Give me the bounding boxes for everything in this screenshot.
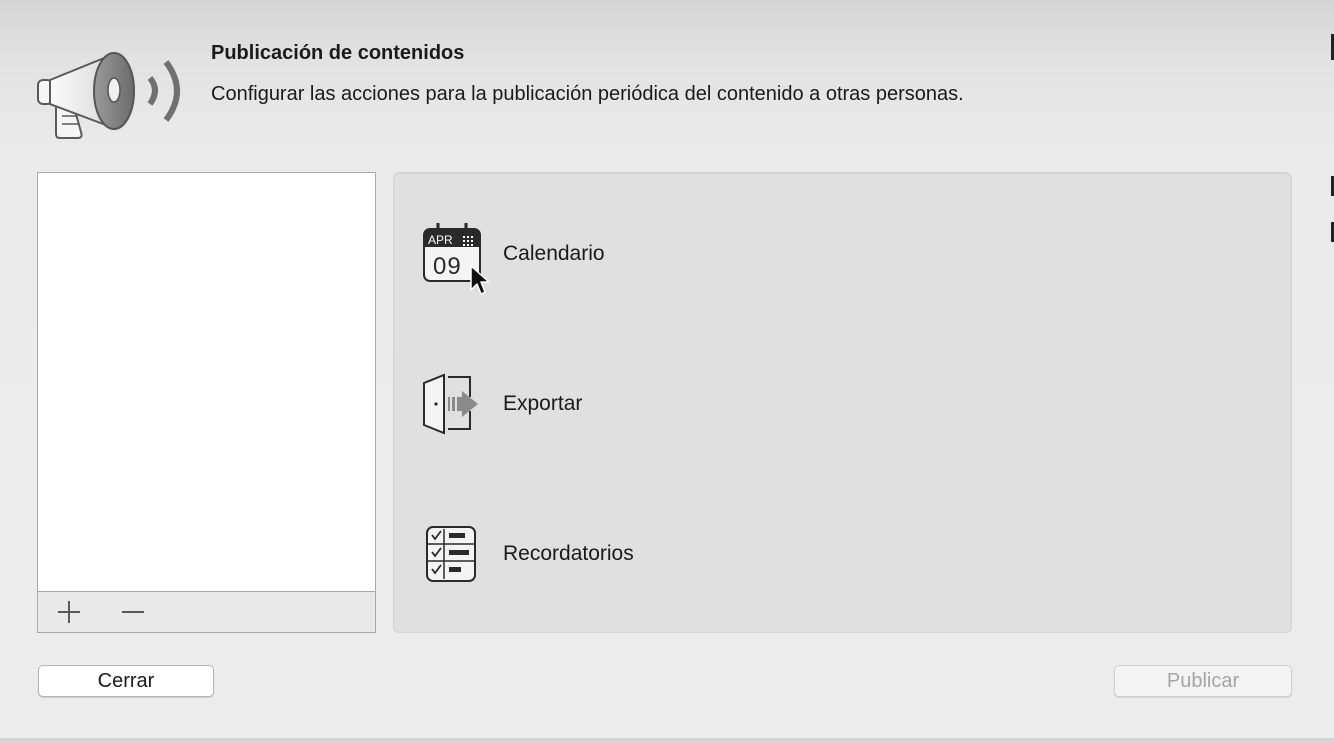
- remove-button[interactable]: [117, 596, 149, 628]
- page-subtitle: Configurar las acciones para la publicac…: [211, 83, 964, 105]
- action-reminders[interactable]: Recordatorios: [414, 523, 834, 587]
- svg-text:APR: APR: [428, 233, 453, 247]
- action-calendar-label: Calendario: [503, 242, 605, 265]
- megaphone-icon: [32, 44, 188, 144]
- window-edge: [1330, 0, 1334, 738]
- action-reminders-label: Recordatorios: [503, 542, 634, 565]
- publication-list-area[interactable]: [38, 173, 375, 592]
- reminders-checklist-icon: [422, 523, 486, 587]
- page-title: Publicación de contenidos: [211, 42, 465, 64]
- minus-icon: [122, 611, 144, 613]
- action-export[interactable]: Exportar: [414, 373, 834, 437]
- add-button[interactable]: [53, 596, 85, 628]
- export-door-icon: [422, 373, 486, 437]
- action-export-label: Exportar: [503, 392, 583, 415]
- mouse-cursor-icon: [469, 264, 491, 298]
- publication-list: [37, 172, 376, 633]
- close-button[interactable]: Cerrar: [38, 665, 214, 697]
- publish-button[interactable]: Publicar: [1114, 665, 1292, 697]
- svg-text:09: 09: [433, 253, 462, 280]
- actions-panel: APR 09 Calendario Exportar Recordatorios: [393, 172, 1292, 633]
- plus-icon: [58, 601, 80, 623]
- list-toolbar: [38, 591, 375, 632]
